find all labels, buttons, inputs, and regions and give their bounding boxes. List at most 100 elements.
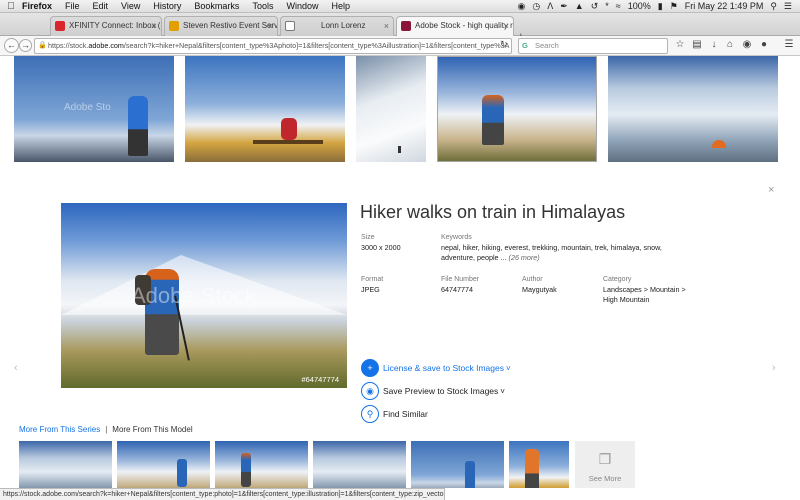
event-service-favicon-icon	[169, 21, 179, 31]
category-value-leaf[interactable]: High Mountain	[603, 295, 649, 305]
menu-tools[interactable]: Tools	[252, 0, 273, 13]
see-more-button[interactable]: ❐ See More	[575, 441, 635, 488]
menu-help[interactable]: Help	[331, 0, 350, 13]
browser-tab-strip: XFINITY Connect: Inbox (863) × Steven Re…	[0, 13, 800, 44]
back-arrow-icon[interactable]: ←	[4, 38, 19, 53]
tab-more-from-series[interactable]: More From This Series	[19, 425, 100, 434]
home-icon[interactable]: ⌂	[724, 39, 736, 51]
battery-icon[interactable]: ▮	[658, 0, 663, 13]
result-thumbnail-selected[interactable]	[437, 56, 597, 162]
result-thumbnail[interactable]	[185, 56, 345, 162]
result-thumbnail[interactable]: Adobe Sto	[14, 56, 174, 162]
tab-steven-restivo[interactable]: Steven Restivo Event Servic... ×	[164, 16, 278, 36]
hiker-figure	[482, 95, 504, 145]
menu-edit[interactable]: Edit	[93, 0, 109, 13]
eye-icon: ◉	[361, 382, 379, 400]
license-save-button[interactable]: + License & save to Stock Images ˅	[361, 359, 511, 377]
main-preview-image[interactable]: Adobe Stock #64747774	[61, 203, 347, 388]
save-preview-button[interactable]: ◉ Save Preview to Stock Images ˅	[361, 382, 505, 400]
close-tab-icon[interactable]: ×	[152, 17, 157, 35]
size-value: 3000 x 2000	[361, 243, 401, 252]
author-value[interactable]: Maygutyak	[522, 285, 557, 295]
chevron-left-icon[interactable]: ‹	[14, 362, 18, 374]
status-pen-icon[interactable]: ✒	[560, 0, 568, 13]
input-flag-icon[interactable]: ⚑	[670, 0, 678, 13]
wifi-icon[interactable]: ≈	[616, 0, 621, 13]
menu-bookmarks[interactable]: Bookmarks	[194, 0, 239, 13]
menu-file[interactable]: File	[65, 0, 80, 13]
tab-title: Adobe Stock - high quality r...	[415, 21, 514, 30]
keywords-more-link[interactable]: (26 more)	[509, 253, 540, 262]
tab-xfinity[interactable]: XFINITY Connect: Inbox (863) ×	[50, 16, 162, 36]
status-clock-icon[interactable]: ◷	[532, 0, 540, 13]
reading-list-icon[interactable]: ▤	[691, 39, 703, 51]
menu-history[interactable]: History	[153, 0, 181, 13]
tab-more-from-model[interactable]: More From This Model	[112, 425, 192, 434]
search-engine-icon[interactable]: G	[522, 39, 528, 53]
series-thumbnail[interactable]	[19, 441, 112, 488]
format-label: Format	[361, 276, 384, 283]
series-thumbnail[interactable]	[117, 441, 210, 488]
macos-menu-bar:  Firefox File Edit View History Bookmar…	[0, 0, 800, 13]
status-timemachine-icon[interactable]: ↺	[591, 0, 599, 13]
page-content: Adobe Sto × ‹ › Adobe Stock #64747774 Hi…	[0, 56, 800, 488]
close-tab-icon[interactable]: ×	[384, 17, 389, 35]
bench-shape	[253, 140, 323, 144]
series-thumbnail[interactable]	[509, 441, 569, 488]
hiker-figure	[128, 96, 148, 156]
menu-app-firefox[interactable]: Firefox	[22, 0, 52, 13]
hiker-figure	[241, 453, 251, 487]
result-thumbnail[interactable]	[356, 56, 426, 162]
close-tab-icon[interactable]: ×	[268, 17, 273, 35]
bookmark-star-icon[interactable]: ☆	[674, 39, 686, 51]
series-thumbnail[interactable]	[411, 441, 504, 488]
tab-lonn-lorenz[interactable]: Lonn Lorenz ×	[280, 16, 394, 36]
chat-icon[interactable]: ◉	[741, 39, 753, 51]
menubar-clock[interactable]: Fri May 22 1:49 PM	[685, 0, 764, 13]
reload-icon[interactable]: ↻	[500, 39, 508, 50]
find-similar-label: Find Similar	[383, 409, 428, 419]
series-thumbnail[interactable]	[215, 441, 308, 488]
status-adobe-icon[interactable]: Λ	[547, 0, 553, 13]
menu-view[interactable]: View	[121, 0, 140, 13]
lock-icon: 🔒	[38, 42, 47, 49]
format-value: JPEG	[361, 285, 380, 294]
chevron-right-icon[interactable]: ›	[772, 362, 776, 374]
hiker-figure	[281, 118, 297, 140]
author-label: Author	[522, 276, 543, 283]
file-number-label: File Number	[441, 276, 480, 283]
url-bar[interactable]: 🔒 https://stock.adobe.com/search?k=hiker…	[34, 38, 512, 54]
xfinity-favicon-icon	[55, 21, 65, 31]
license-save-label: License & save to Stock Images	[383, 363, 504, 373]
notification-center-icon[interactable]: ☰	[784, 0, 792, 13]
image-file-id: #64747774	[301, 375, 339, 384]
url-host: adobe.com	[88, 41, 124, 50]
find-similar-button[interactable]: ⚲ Find Similar	[361, 405, 428, 423]
close-tab-icon[interactable]: ×	[504, 17, 509, 35]
series-thumbnail[interactable]	[313, 441, 406, 488]
category-value-path[interactable]: Landscapes > Mountain >	[603, 285, 686, 295]
hamburger-menu-icon[interactable]: ☰	[783, 39, 795, 51]
apple-logo-icon[interactable]: 	[0, 0, 22, 13]
battery-percent[interactable]: 100%	[628, 0, 651, 13]
status-bluetooth-icon[interactable]: *	[605, 0, 609, 13]
url-rest: /search?k=hiker+Nepal&filters[content_ty…	[123, 41, 510, 50]
save-preview-label: Save Preview to Stock Images	[383, 386, 499, 396]
chevron-down-icon: ˅	[505, 363, 511, 373]
account-icon[interactable]: ●	[758, 39, 770, 51]
tab-adobe-stock[interactable]: Adobe Stock - high quality r... ×	[396, 16, 514, 37]
spotlight-search-icon[interactable]: ⚲	[770, 0, 777, 13]
keywords-list: nepal, hiker, hiking, everest, trekking,…	[441, 243, 662, 262]
close-detail-icon[interactable]: ×	[768, 184, 774, 196]
forward-arrow-icon[interactable]: →	[19, 39, 32, 52]
search-input[interactable]: G Search	[518, 38, 668, 54]
tent-shape	[712, 140, 726, 148]
result-thumbnail[interactable]	[608, 56, 778, 162]
status-drive-icon[interactable]: ▲	[575, 0, 584, 13]
menu-window[interactable]: Window	[286, 0, 318, 13]
tab-title: Steven Restivo Event Servic...	[183, 21, 278, 30]
download-icon[interactable]: ↓	[708, 39, 720, 51]
image-title: Hiker walks on train in Himalayas	[360, 202, 626, 222]
keywords-label: Keywords	[441, 234, 472, 241]
status-swirl-icon[interactable]: ◉	[518, 0, 526, 13]
